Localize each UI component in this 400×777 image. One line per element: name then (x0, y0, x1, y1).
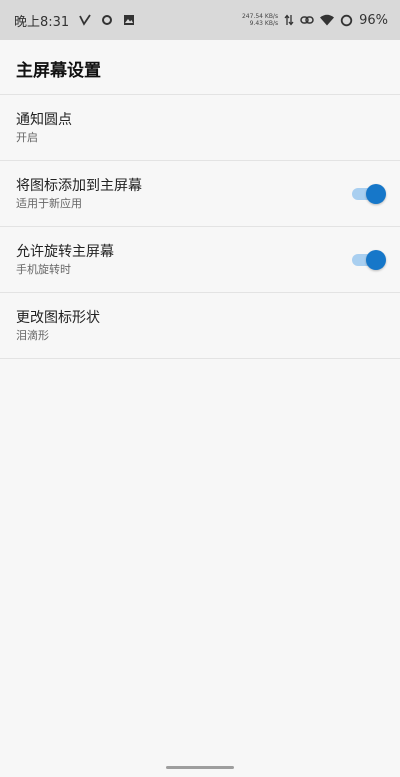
wifi-icon (320, 14, 335, 26)
screen: 晚上8:31 247.54 KB/s 9.43 KB/s 96% 主屏幕设置 通… (0, 0, 400, 777)
allow-rotation-toggle[interactable] (352, 250, 386, 270)
setting-add-icon-to-home[interactable]: 将图标添加到主屏幕 适用于新应用 (0, 161, 400, 227)
v-icon (79, 14, 91, 26)
status-bar-right: 247.54 KB/s 9.43 KB/s 96% (242, 0, 388, 40)
status-bar-left: 晚上8:31 (14, 0, 135, 40)
status-bar: 晚上8:31 247.54 KB/s 9.43 KB/s 96% (0, 0, 400, 40)
setting-title: 将图标添加到主屏幕 (16, 178, 142, 194)
setting-notification-dots[interactable]: 通知圆点 开启 (0, 95, 400, 161)
settings-list: 通知圆点 开启 将图标添加到主屏幕 适用于新应用 允许旋转主屏幕 手机旋转时 更… (0, 95, 400, 359)
toggle-thumb (366, 184, 386, 204)
setting-summary: 手机旋转时 (16, 263, 71, 276)
status-time: 晚上8:31 (14, 14, 70, 30)
setting-allow-rotation[interactable]: 允许旋转主屏幕 手机旋转时 (0, 227, 400, 293)
link-icon (300, 15, 314, 25)
toggle-thumb (366, 250, 386, 270)
net-up-speed: 247.54 KB/s (241, 13, 279, 20)
title-bar: 主屏幕设置 (0, 40, 400, 95)
setting-icon-shape[interactable]: 更改图标形状 泪滴形 (0, 293, 400, 359)
setting-summary: 泪滴形 (16, 329, 49, 342)
navigation-gesture-bar[interactable] (166, 766, 234, 769)
add-icon-toggle[interactable] (352, 184, 386, 204)
setting-summary: 适用于新应用 (16, 197, 82, 210)
setting-summary: 开启 (16, 131, 38, 144)
setting-title: 更改图标形状 (16, 310, 100, 326)
setting-title: 通知圆点 (16, 112, 72, 128)
network-speed: 247.54 KB/s 9.43 KB/s (242, 13, 278, 27)
net-down-speed: 9.43 KB/s (249, 20, 279, 27)
data-arrows-icon (284, 14, 294, 26)
image-icon (123, 14, 135, 26)
battery-ring-icon (340, 14, 353, 27)
page-title: 主屏幕设置 (16, 61, 101, 81)
battery-percent: 96% (359, 12, 388, 28)
circle-icon (101, 14, 113, 26)
setting-title: 允许旋转主屏幕 (16, 244, 114, 260)
